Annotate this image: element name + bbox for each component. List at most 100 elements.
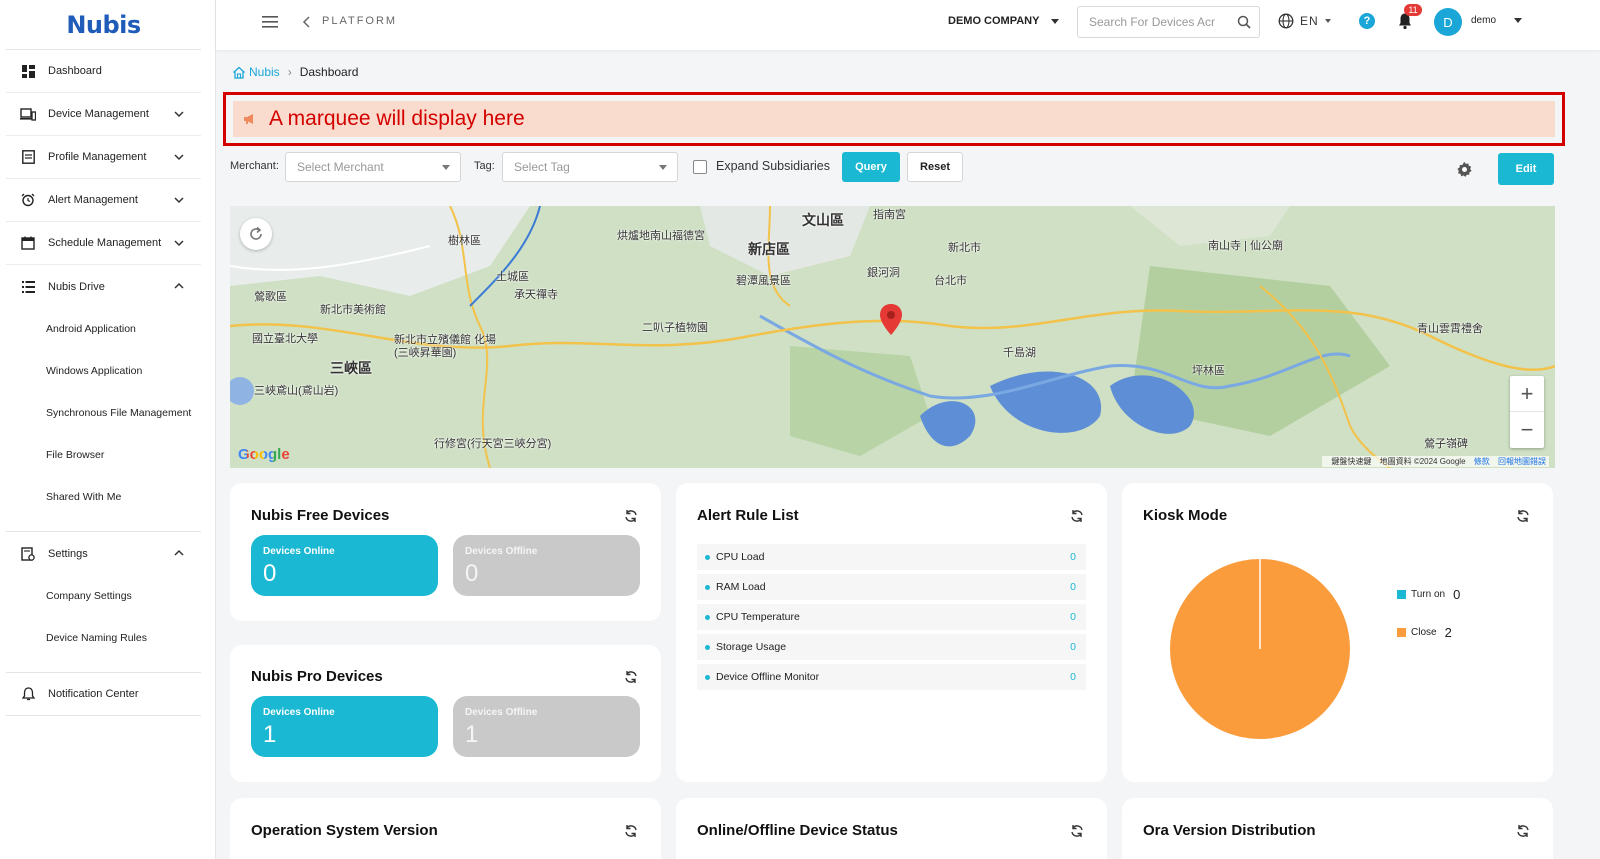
expand-subsidiaries-label[interactable]: Expand Subsidiaries bbox=[716, 159, 830, 173]
search-input[interactable] bbox=[1089, 15, 1229, 29]
breadcrumb-home[interactable]: Nubis bbox=[232, 65, 280, 79]
hamburger-menu-icon[interactable] bbox=[262, 15, 278, 29]
stat-label: Devices Online bbox=[263, 707, 335, 718]
pro-devices-offline-stat[interactable]: Devices Offline 1 bbox=[453, 696, 640, 757]
edit-button[interactable]: Edit bbox=[1498, 153, 1554, 185]
google-logo-text: Google bbox=[238, 446, 290, 463]
avatar[interactable]: D bbox=[1434, 8, 1462, 36]
company-selector[interactable]: DEMO COMPANY bbox=[948, 15, 1060, 27]
bullet-dot bbox=[705, 674, 710, 680]
kiosk-pie-chart[interactable] bbox=[1168, 557, 1352, 741]
stat-value: 0 bbox=[465, 560, 479, 587]
globe-icon bbox=[1278, 13, 1294, 29]
google-logo: Google bbox=[238, 446, 290, 463]
sidebar-subitem-file-browser[interactable]: File Browser bbox=[6, 434, 201, 476]
sidebar-item-alert-management[interactable]: Alert Management bbox=[6, 179, 201, 222]
alert-rule-count: 0 bbox=[1070, 641, 1076, 653]
alert-rule-name: RAM Load bbox=[716, 581, 766, 593]
map-keyboard-shortcuts[interactable]: 鍵盤快速鍵 bbox=[1331, 457, 1371, 466]
sidebar-subitem-android-application[interactable]: Android Application bbox=[6, 308, 201, 350]
legend-swatch bbox=[1397, 628, 1406, 637]
caret-down-icon bbox=[1514, 18, 1523, 23]
caret-down-icon bbox=[442, 165, 450, 170]
legend-label: Turn on bbox=[1411, 589, 1446, 600]
location-pin-icon[interactable] bbox=[879, 304, 903, 336]
list-icon bbox=[20, 279, 36, 295]
legend-value: 0 bbox=[1453, 587, 1461, 602]
sidebar-item-profile-management[interactable]: Profile Management bbox=[6, 136, 201, 179]
bell-icon bbox=[20, 686, 36, 702]
alert-rule-list-card: Alert Rule List CPU Load 0 RAM Load 0 CPU … bbox=[676, 483, 1107, 782]
alert-rule-row[interactable]: Device Offline Monitor 0 bbox=[697, 664, 1086, 690]
query-button[interactable]: Query bbox=[842, 152, 900, 182]
legend-item-close[interactable]: Close 2 bbox=[1397, 625, 1452, 640]
help-icon[interactable]: ? bbox=[1359, 13, 1375, 29]
logo[interactable]: Nubis bbox=[6, 0, 201, 50]
sidebar-subitem-sync-file-management[interactable]: Synchronous File Management bbox=[6, 392, 201, 434]
platform-label[interactable]: PLATFORM bbox=[322, 15, 397, 27]
map-zoom-controls: + − bbox=[1510, 376, 1544, 448]
sidebar-item-settings[interactable]: Settings bbox=[6, 532, 201, 575]
dashboard-icon bbox=[20, 63, 36, 79]
card-title: Alert Rule List bbox=[697, 507, 799, 524]
search-icon[interactable] bbox=[1237, 15, 1251, 29]
nubis-pro-devices-card: Nubis Pro Devices Devices Online 1 Devic… bbox=[230, 645, 661, 782]
legend-item-turn-on[interactable]: Turn on 0 bbox=[1397, 587, 1460, 602]
sidebar-subitem-shared-with-me[interactable]: Shared With Me bbox=[6, 476, 201, 518]
refresh-icon[interactable] bbox=[1516, 824, 1530, 838]
refresh-icon[interactable] bbox=[1070, 509, 1084, 523]
sidebar-item-device-management[interactable]: Device Management bbox=[6, 93, 201, 136]
map-label: 青山雲霄禮舍 bbox=[1417, 323, 1483, 335]
alert-rule-row[interactable]: RAM Load 0 bbox=[697, 574, 1086, 600]
caret-down-icon bbox=[659, 165, 667, 170]
sidebar-subitem-device-naming-rules[interactable]: Device Naming Rules bbox=[6, 617, 201, 659]
map-report-link[interactable]: 回報地圖錯誤 bbox=[1498, 457, 1546, 466]
sidebar-subitem-windows-application[interactable]: Windows Application bbox=[6, 350, 201, 392]
zoom-in-button[interactable]: + bbox=[1510, 376, 1544, 412]
map-label: 坪林區 bbox=[1192, 365, 1225, 377]
alert-rule-count: 0 bbox=[1070, 551, 1076, 563]
sidebar-subitem-company-settings[interactable]: Company Settings bbox=[6, 575, 201, 617]
refresh-icon bbox=[250, 226, 262, 240]
caret-down-icon bbox=[1324, 19, 1331, 23]
reset-button[interactable]: Reset bbox=[907, 152, 963, 182]
tag-select[interactable]: Select Tag bbox=[502, 152, 678, 182]
calendar-icon bbox=[20, 235, 36, 251]
alert-rule-row[interactable]: Storage Usage 0 bbox=[697, 634, 1086, 660]
bullet-dot bbox=[705, 644, 710, 650]
refresh-icon[interactable] bbox=[1070, 824, 1084, 838]
legend-swatch bbox=[1397, 590, 1406, 599]
merchant-label: Merchant: bbox=[230, 160, 279, 172]
stat-value: 1 bbox=[263, 721, 277, 748]
sidebar-item-dashboard[interactable]: Dashboard bbox=[6, 50, 201, 93]
alert-rule-row[interactable]: CPU Temperature 0 bbox=[697, 604, 1086, 630]
gear-icon[interactable] bbox=[1456, 161, 1473, 178]
refresh-icon[interactable] bbox=[1516, 509, 1530, 523]
top-bar: PLATFORM DEMO COMPANY EN ? 11 D demo bbox=[216, 0, 1600, 50]
refresh-icon[interactable] bbox=[624, 509, 638, 523]
map-refresh-button[interactable] bbox=[240, 218, 272, 250]
chevron-left-icon[interactable] bbox=[302, 16, 312, 28]
refresh-icon[interactable] bbox=[624, 670, 638, 684]
user-menu[interactable]: demo bbox=[1471, 15, 1523, 26]
language-selector[interactable]: EN bbox=[1278, 13, 1331, 29]
expand-subsidiaries-checkbox[interactable] bbox=[693, 160, 707, 174]
free-devices-offline-stat[interactable]: Devices Offline 0 bbox=[453, 535, 640, 596]
device-map[interactable]: 文山區 新店區 指南宮 樹林區 土城區 承天禪寺 烘爐地南山福德宮 碧潭風景區 … bbox=[230, 206, 1555, 468]
zoom-out-button[interactable]: − bbox=[1510, 412, 1544, 448]
free-devices-online-stat[interactable]: Devices Online 0 bbox=[251, 535, 438, 596]
map-label: 承天禪寺 bbox=[514, 289, 558, 301]
sidebar-item-schedule-management[interactable]: Schedule Management bbox=[6, 222, 201, 265]
legend-value: 2 bbox=[1444, 625, 1452, 640]
map-terms-link[interactable]: 條款 bbox=[1474, 457, 1490, 466]
map-label: 南山寺 | 仙公廟 bbox=[1208, 240, 1283, 252]
chevron-down-icon bbox=[174, 154, 184, 161]
sidebar-item-notification-center[interactable]: Notification Center bbox=[6, 673, 201, 716]
merchant-select[interactable]: Select Merchant bbox=[285, 152, 461, 182]
stat-label: Devices Online bbox=[263, 546, 335, 557]
refresh-icon[interactable] bbox=[624, 824, 638, 838]
alert-rule-row[interactable]: CPU Load 0 bbox=[697, 544, 1086, 570]
pro-devices-online-stat[interactable]: Devices Online 1 bbox=[251, 696, 438, 757]
map-label: 碧潭風景區 bbox=[736, 275, 791, 287]
sidebar-item-nubis-drive[interactable]: Nubis Drive bbox=[6, 265, 201, 308]
